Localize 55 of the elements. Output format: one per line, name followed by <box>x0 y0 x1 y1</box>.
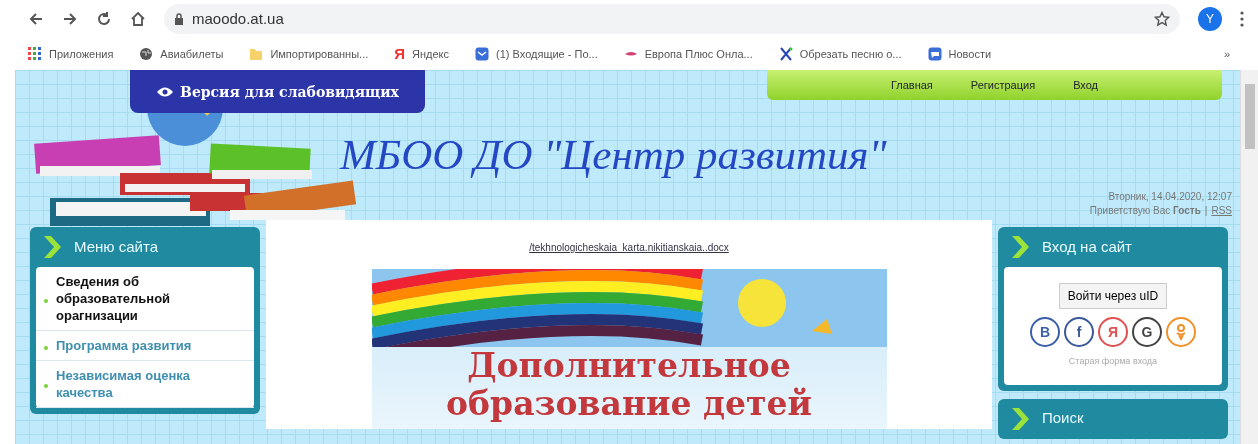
social-login-icon[interactable]: f <box>1064 317 1094 347</box>
panel-title: Поиск <box>1042 408 1084 429</box>
url-text: maoodo.at.ua <box>192 8 285 29</box>
bookmark[interactable]: Европа Плюс Онла... <box>623 45 753 63</box>
file-link[interactable]: /tekhnologicheskaia_karta.nikitianskaia..docx <box>529 240 729 255</box>
social-login-icon[interactable]: Я <box>1098 317 1128 347</box>
site-title: МБОО ДО "Центр развития" <box>340 129 888 179</box>
date-text: Вторник, 14.04.2020, 12:07 <box>1107 190 1232 204</box>
back-icon[interactable] <box>28 11 44 27</box>
chevron-icon <box>42 235 62 259</box>
bookmark[interactable]: Новости <box>927 45 992 63</box>
greeting-text: Приветствую Вас <box>1089 205 1172 216</box>
reload-icon[interactable] <box>96 11 112 27</box>
bookmark[interactable]: Обрезать песню о... <box>778 45 902 63</box>
bookmark[interactable]: Авиабилеты <box>139 45 224 63</box>
address-bar[interactable]: maoodo.at.ua <box>164 4 1180 34</box>
letter-icon: Я <box>394 42 406 66</box>
bookmark[interactable]: Я Яндекс <box>394 42 450 66</box>
scrollbar[interactable] <box>1240 70 1258 444</box>
panel-title: Вход на сайт <box>1042 236 1132 257</box>
nav-link[interactable]: Вход <box>1073 76 1099 94</box>
social-login-icon[interactable]: G <box>1132 317 1162 347</box>
bookmarks-overflow[interactable]: » <box>1223 45 1230 63</box>
profile-avatar[interactable]: Y <box>1198 7 1222 31</box>
chevron-icon <box>1010 406 1030 431</box>
eye-icon <box>156 85 175 98</box>
banner-text: Дополнительное образование детей <box>371 347 887 429</box>
scrollbar-thumb[interactable] <box>1244 84 1255 149</box>
menu-item[interactable]: Сведения об образовательной орагнизации <box>36 267 254 331</box>
uid-login-button[interactable]: Войти через uID <box>1058 283 1168 309</box>
bookmark[interactable]: (1) Входящие - По... <box>475 45 598 63</box>
more-menu-icon[interactable] <box>1240 11 1244 27</box>
social-login-icon[interactable]: B <box>1030 317 1060 347</box>
mail-icon <box>475 47 490 61</box>
globe-icon <box>139 47 154 61</box>
home-icon[interactable] <box>130 11 146 27</box>
news-icon <box>927 47 942 61</box>
lock-icon <box>174 13 184 25</box>
folder-icon <box>249 47 264 61</box>
separator-text: | <box>1204 205 1208 216</box>
user-name: Гость <box>1173 205 1201 216</box>
rss-link[interactable]: RSS <box>1211 205 1232 216</box>
scissors-icon <box>778 47 793 61</box>
accessibility-button[interactable]: Версия для слабовидящих <box>130 70 425 113</box>
bookmark[interactable]: Приложения <box>28 45 114 63</box>
panel-title: Меню сайта <box>74 236 158 257</box>
bookmark[interactable]: Импортированны... <box>249 45 369 63</box>
nav-link[interactable]: Главная <box>890 76 933 94</box>
menu-item[interactable]: Программа развития <box>36 331 254 361</box>
forward-icon[interactable] <box>62 11 78 27</box>
chevron-icon <box>1010 235 1030 259</box>
apps-grid-icon <box>28 47 42 61</box>
menu-item[interactable]: Независимая оценка качества <box>36 361 254 408</box>
star-icon[interactable] <box>1154 11 1170 27</box>
nav-link[interactable]: Регистрация <box>970 76 1036 94</box>
